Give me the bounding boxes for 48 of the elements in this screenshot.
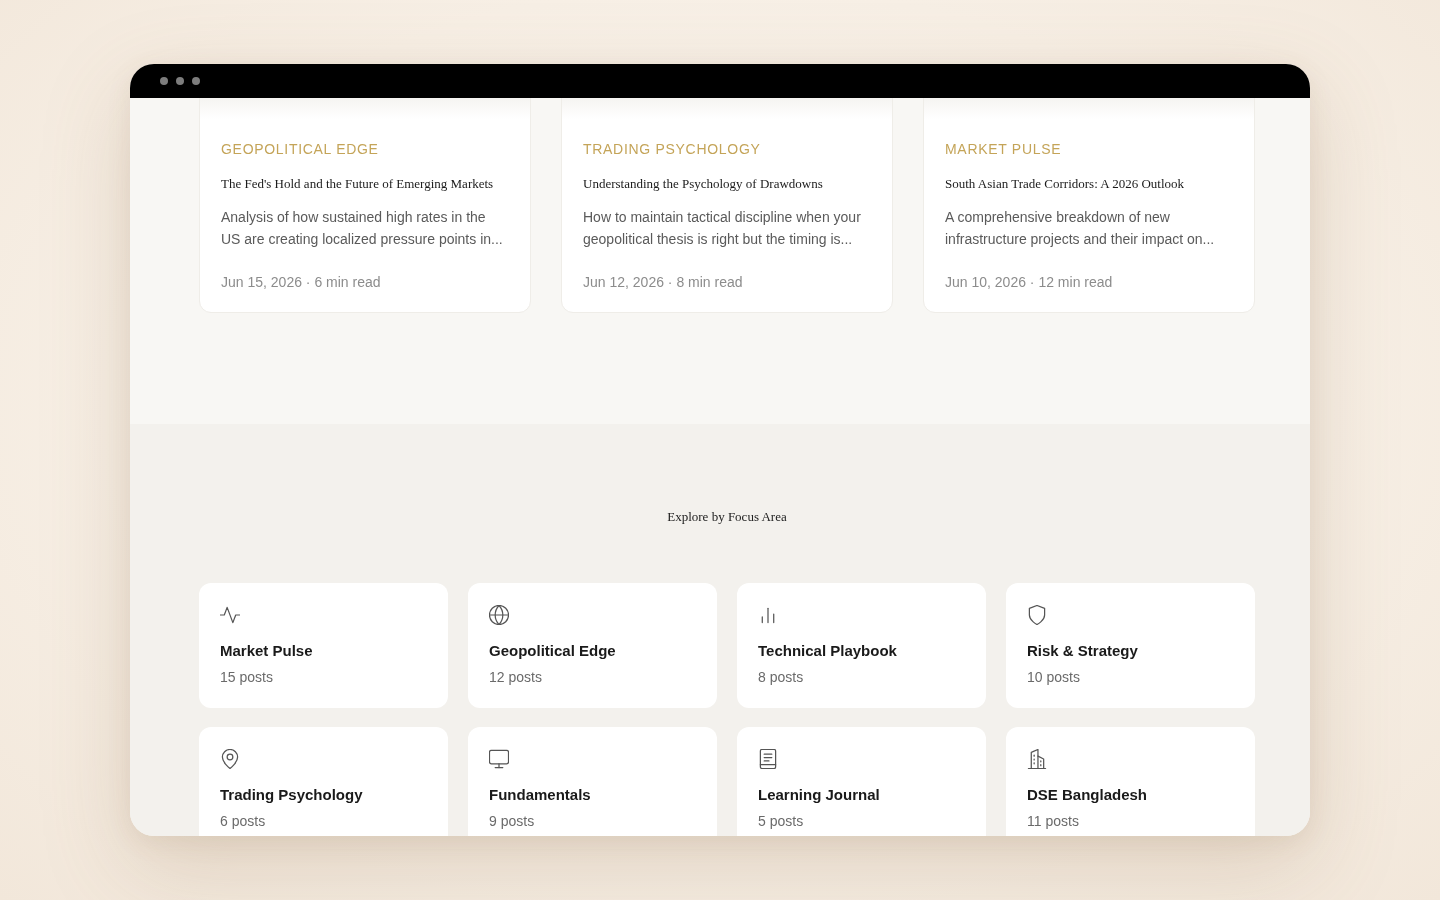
category-card[interactable]: Geopolitical Edge 12 posts bbox=[468, 583, 717, 708]
category-name: Geopolitical Edge bbox=[489, 641, 616, 661]
post-count: 6 posts bbox=[220, 812, 266, 831]
article-meta: Jun 12, 2026 · 8 min read bbox=[583, 273, 743, 292]
article-title: The Fed's Hold and the Future of Emerging Markets bbox=[221, 175, 494, 193]
post-count: 8 posts bbox=[758, 668, 804, 687]
category-card[interactable]: DSE Bangladesh 11 posts bbox=[1006, 727, 1255, 836]
map-pin-icon bbox=[220, 749, 240, 769]
category-name: Trading Psychology bbox=[220, 785, 363, 805]
window-dots-icon bbox=[160, 77, 200, 85]
document-icon bbox=[758, 749, 778, 769]
category-label: MARKET PULSE bbox=[945, 140, 1062, 159]
category-name: Fundamentals bbox=[489, 785, 591, 805]
category-card[interactable]: Technical Playbook 8 posts bbox=[737, 583, 986, 708]
article-title: Understanding the Psychology of Drawdowns bbox=[583, 175, 823, 193]
article-meta: Jun 15, 2026 · 6 min read bbox=[221, 273, 381, 292]
article-card[interactable]: MARKET PULSE South Asian Trade Corridors: A 2026 Outlook A comprehensive breakdown of new infrastructure projects and their impact on... Jun 10, 2026 · 12 min read bbox=[923, 98, 1255, 313]
pulse-icon bbox=[220, 605, 240, 625]
category-card[interactable]: Trading Psychology 6 posts bbox=[199, 727, 448, 836]
category-name: DSE Bangladesh bbox=[1027, 785, 1148, 805]
post-count: 11 posts bbox=[1027, 812, 1079, 831]
post-count: 15 posts bbox=[220, 668, 273, 687]
category-name: Risk & Strategy bbox=[1027, 641, 1138, 661]
category-card[interactable]: Learning Journal 5 posts bbox=[737, 727, 986, 836]
shield-icon bbox=[1027, 605, 1047, 625]
section-heading: Explore by Focus Area bbox=[667, 508, 787, 526]
category-card[interactable]: Market Pulse 15 posts bbox=[199, 583, 448, 708]
post-count: 5 posts bbox=[758, 812, 804, 831]
article-excerpt: A comprehensive breakdown of new infrastructure projects and their impact on... bbox=[945, 208, 1216, 249]
post-count: 9 posts bbox=[489, 812, 535, 831]
article-card[interactable]: TRADING PSYCHOLOGY Understanding the Psychology of Drawdowns How to maintain tactical discipline when your geopolitical thesis is right but the timing is... Jun 12, 2026 · 8 min read bbox=[561, 98, 893, 313]
article-excerpt: How to maintain tactical discipline when your geopolitical thesis is right but the timing is... bbox=[583, 208, 862, 249]
post-count: 10 posts bbox=[1027, 668, 1080, 687]
globe-icon bbox=[489, 605, 509, 625]
article-title: South Asian Trade Corridors: A 2026 Outlook bbox=[945, 175, 1185, 193]
article-excerpt: Analysis of how sustained high rates in the US are creating localized pressure points in... bbox=[221, 208, 504, 249]
category-card[interactable]: Risk & Strategy 10 posts bbox=[1006, 583, 1255, 708]
category-name: Learning Journal bbox=[758, 785, 880, 805]
article-meta: Jun 10, 2026 · 12 min read bbox=[945, 273, 1113, 292]
post-count: 12 posts bbox=[489, 668, 542, 687]
article-card[interactable]: GEOPOLITICAL EDGE The Fed's Hold and the Future of Emerging Markets Analysis of how sustained high rates in the US are creating localized pressure points in... Jun 15, 2026 · 6 min read bbox=[199, 98, 531, 313]
category-label: GEOPOLITICAL EDGE bbox=[221, 140, 379, 159]
buildings-icon bbox=[1027, 749, 1047, 769]
category-name: Market Pulse bbox=[220, 641, 313, 661]
category-card[interactable]: Fundamentals 9 posts bbox=[468, 727, 717, 836]
category-label: TRADING PSYCHOLOGY bbox=[583, 140, 761, 159]
category-name: Technical Playbook bbox=[758, 641, 897, 661]
monitor-icon bbox=[489, 749, 509, 769]
